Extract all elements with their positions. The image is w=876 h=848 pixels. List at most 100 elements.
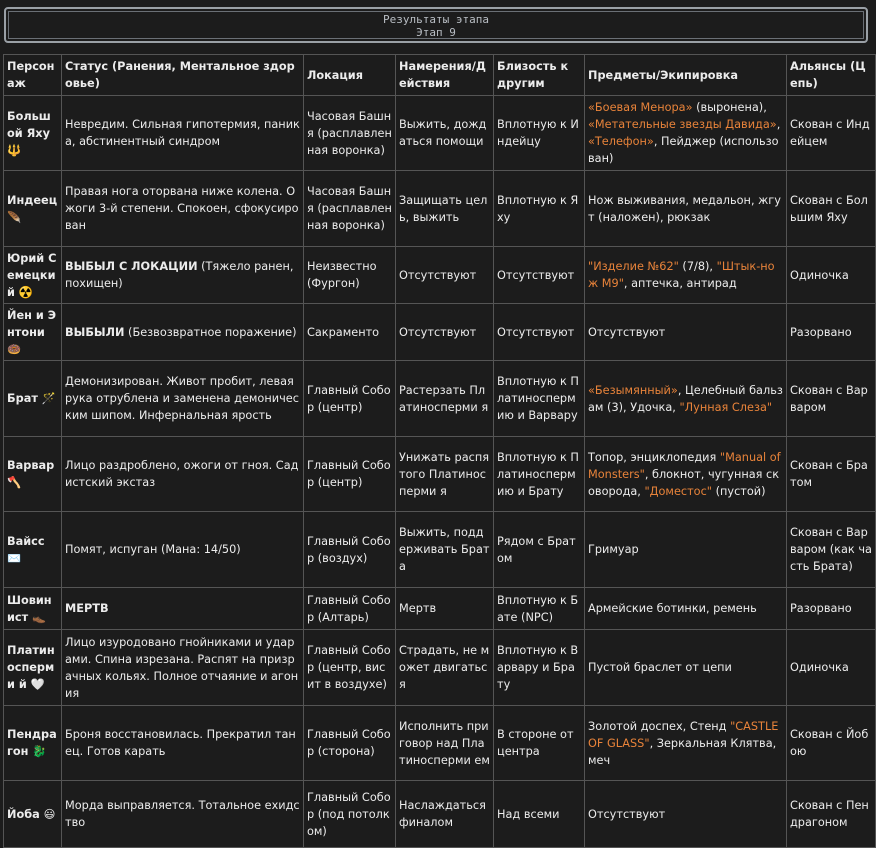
cell-items: Пустой браслет от цепи bbox=[584, 629, 787, 706]
col-header-items: Предметы/Экипировка bbox=[584, 54, 787, 96]
cell-items: Отсутствуют bbox=[584, 303, 787, 361]
col-header-character: Персонаж bbox=[3, 54, 62, 96]
cell-location: Неизвестно (Фургон) bbox=[303, 246, 396, 304]
cell-items: Золотой доспех, Стенд "CASTLE OF GLASS",… bbox=[584, 705, 787, 781]
text-segment: (выронена), bbox=[692, 101, 767, 114]
text-segment: Лицо раздроблено, ожоги от гноя. Садистс… bbox=[65, 459, 299, 489]
cell-character: Юрий Семецкий ☢️ bbox=[3, 246, 62, 304]
cell-proximity: В стороне от центра bbox=[493, 705, 585, 781]
cell-character: Пендрагон 🐉 bbox=[3, 705, 62, 781]
cell-alliance: Одиночка bbox=[786, 629, 876, 706]
text-segment: , аптечка, антирад bbox=[623, 277, 737, 290]
cell-intent: Мертв bbox=[395, 587, 494, 630]
cell-character: Платиносперми й 🤍 bbox=[3, 629, 62, 706]
table-row: Большой Яху 🔱 Невредим. Сильная гипотерми… bbox=[3, 95, 876, 171]
cell-items: "Изделие №62" (7/8), "Штык-нож М9", апте… bbox=[584, 246, 787, 304]
table-row: Варвар 🪓 Лицо раздроблено, ожоги от гноя.… bbox=[3, 436, 876, 512]
cell-items: Армейские ботинки, ремень bbox=[584, 587, 787, 630]
banner-title: Результаты этапа bbox=[383, 13, 489, 26]
cell-items: «Безымянный», Целебный бальзам (3), Удоч… bbox=[584, 360, 787, 437]
item-highlight: "Доместос" bbox=[644, 484, 713, 498]
text-segment: Нож выживания, медальон, жгут (наложен),… bbox=[588, 193, 781, 224]
text-segment: (7/8), bbox=[678, 260, 717, 273]
text-segment: Морда выправляется. Тотальное ехидство bbox=[65, 799, 300, 829]
cell-proximity: Вплотную к Варвару и Брату bbox=[493, 629, 585, 706]
text-segment: Золотой доспех, Стенд bbox=[588, 719, 731, 733]
table-row: Йоба 😃 Морда выправляется. Тотальное ехид… bbox=[3, 780, 876, 848]
cell-status: ВЫБЫЛИ (Безвозвратное поражение) bbox=[61, 303, 304, 361]
cell-items: Нож выживания, медальон, жгут (наложен),… bbox=[584, 170, 787, 247]
cell-status: Морда выправляется. Тотальное ехидство bbox=[61, 780, 304, 848]
stage-results-banner: Результаты этапа Этап 9 bbox=[4, 7, 868, 43]
cell-character: Йен и Энтони 🍩 bbox=[3, 303, 62, 361]
cell-character: Варвар 🪓 bbox=[3, 436, 62, 512]
col-header-status: Статус (Ранения, Ментальное здоровье) bbox=[61, 54, 304, 96]
col-header-intent: Намерения/Действия bbox=[395, 54, 494, 96]
cell-location: Часовая Башня (расплавленная воронка) bbox=[303, 95, 396, 171]
text-segment: , bbox=[776, 118, 781, 131]
text-segment: Невредим. Сильная гипотермия, паника, аб… bbox=[65, 118, 300, 148]
col-header-alliance: Альянсы (Цепь) bbox=[786, 54, 876, 96]
cell-intent: Страдать, не может двигаться bbox=[395, 629, 494, 706]
item-highlight: «Боевая Менора» bbox=[588, 101, 693, 114]
cell-proximity: Над всеми bbox=[493, 780, 585, 848]
text-segment: (Безвозвратное поражение) bbox=[124, 325, 297, 339]
text-segment: ВЫБЫЛ С ЛОКАЦИИ bbox=[65, 260, 198, 273]
text-segment: Отсутствуют bbox=[588, 325, 666, 339]
text-segment: Топор, энциклопедия bbox=[588, 450, 720, 464]
table-row: Платиносперми й 🤍 Лицо изуродовано гнойни… bbox=[3, 629, 876, 706]
cell-proximity: Вплотную к Платиносперм ию и Брату bbox=[493, 436, 585, 512]
cell-status: Демонизирован. Живот пробит, левая рука … bbox=[61, 360, 304, 437]
text-segment: Помят, испуган (Мана: 14/50) bbox=[65, 543, 241, 556]
table-header-row: Персонаж Статус (Ранения, Ментальное здо… bbox=[3, 54, 876, 96]
cell-proximity: Вплотную к Яху bbox=[493, 170, 585, 247]
cell-status: Лицо изуродовано гнойниками и ударами. С… bbox=[61, 629, 304, 706]
item-highlight: «Метательные звезды Давида» bbox=[588, 118, 777, 131]
text-segment: МЕРТВ bbox=[65, 602, 109, 615]
cell-items: «Боевая Менора» (выронена), «Метательные… bbox=[584, 95, 787, 171]
cell-proximity: Отсутствуют bbox=[493, 246, 585, 304]
table-row: Йен и Энтони 🍩 ВЫБЫЛИ (Безвозвратное пора… bbox=[3, 303, 876, 361]
table-row: Шовинист 👞 МЕРТВ Главный Собор (Алтарь) Мер… bbox=[3, 587, 876, 630]
cell-location: Главный Собор (под потолком) bbox=[303, 780, 396, 848]
cell-intent: Отсутствуют bbox=[395, 303, 494, 361]
col-header-proximity: Близость к другим bbox=[493, 54, 585, 96]
text-segment: Броня восстановилась. Прекратил танец. Г… bbox=[65, 728, 296, 758]
cell-location: Главный Собор (центр) bbox=[303, 436, 396, 512]
cell-location: Главный Собор (центр, висит в воздухе) bbox=[303, 629, 396, 706]
cell-status: МЕРТВ bbox=[61, 587, 304, 630]
text-segment: Демонизирован. Живот пробит, левая рука … bbox=[65, 375, 299, 422]
cell-alliance: Скован с Варваром (как часть Брата) bbox=[786, 511, 876, 588]
cell-location: Главный Собор (воздух) bbox=[303, 511, 396, 588]
cell-character: Йоба 😃 bbox=[3, 780, 62, 848]
cell-intent: Выжить, поддерживать Брата bbox=[395, 511, 494, 588]
cell-status: ВЫБЫЛ С ЛОКАЦИИ (Тяжело ранен, похищен) bbox=[61, 246, 304, 304]
cell-proximity: Вплотную к Индейцу bbox=[493, 95, 585, 171]
text-segment: Правая нога оторвана ниже колена. Ожоги … bbox=[65, 185, 299, 232]
cell-alliance: Скован с Братом bbox=[786, 436, 876, 512]
cell-intent: Унижать распятого Платиносперми я bbox=[395, 436, 494, 512]
text-segment: Отсутствуют bbox=[588, 807, 666, 821]
cell-proximity: Вплотную к Платиносперм ию и Варвару bbox=[493, 360, 585, 437]
cell-status: Невредим. Сильная гипотермия, паника, аб… bbox=[61, 95, 304, 171]
cell-alliance: Скован с Пендрагоном bbox=[786, 780, 876, 848]
banner-subtitle: Этап 9 bbox=[416, 26, 456, 39]
cell-intent: Наслаждаться финалом bbox=[395, 780, 494, 848]
cell-status: Правая нога оторвана ниже колена. Ожоги … bbox=[61, 170, 304, 247]
cell-character: Шовинист 👞 bbox=[3, 587, 62, 630]
cell-character: Вайсс ✉️ bbox=[3, 511, 62, 588]
cell-location: Главный Собор (сторона) bbox=[303, 705, 396, 781]
cell-intent: Защищать цель, выжить bbox=[395, 170, 494, 247]
cell-alliance: Одиночка bbox=[786, 246, 876, 304]
table-row: Юрий Семецкий ☢️ ВЫБЫЛ С ЛОКАЦИИ (Тяжело … bbox=[3, 246, 876, 304]
cell-intent: Растерзать Платиносперми я bbox=[395, 360, 494, 437]
text-segment: Пустой браслет от цепи bbox=[588, 661, 732, 674]
cell-status: Броня восстановилась. Прекратил танец. Г… bbox=[61, 705, 304, 781]
cell-items: Топор, энциклопедия "Manual of Monsters"… bbox=[584, 436, 787, 512]
cell-location: Главный Собор (Алтарь) bbox=[303, 587, 396, 630]
cell-location: Сакраменто bbox=[303, 303, 396, 361]
cell-character: Индеец 🪶 bbox=[3, 170, 62, 247]
cell-alliance: Скован с Варваром bbox=[786, 360, 876, 437]
cell-character: Большой Яху 🔱 bbox=[3, 95, 62, 171]
text-segment: ВЫБЫЛИ bbox=[65, 325, 125, 339]
